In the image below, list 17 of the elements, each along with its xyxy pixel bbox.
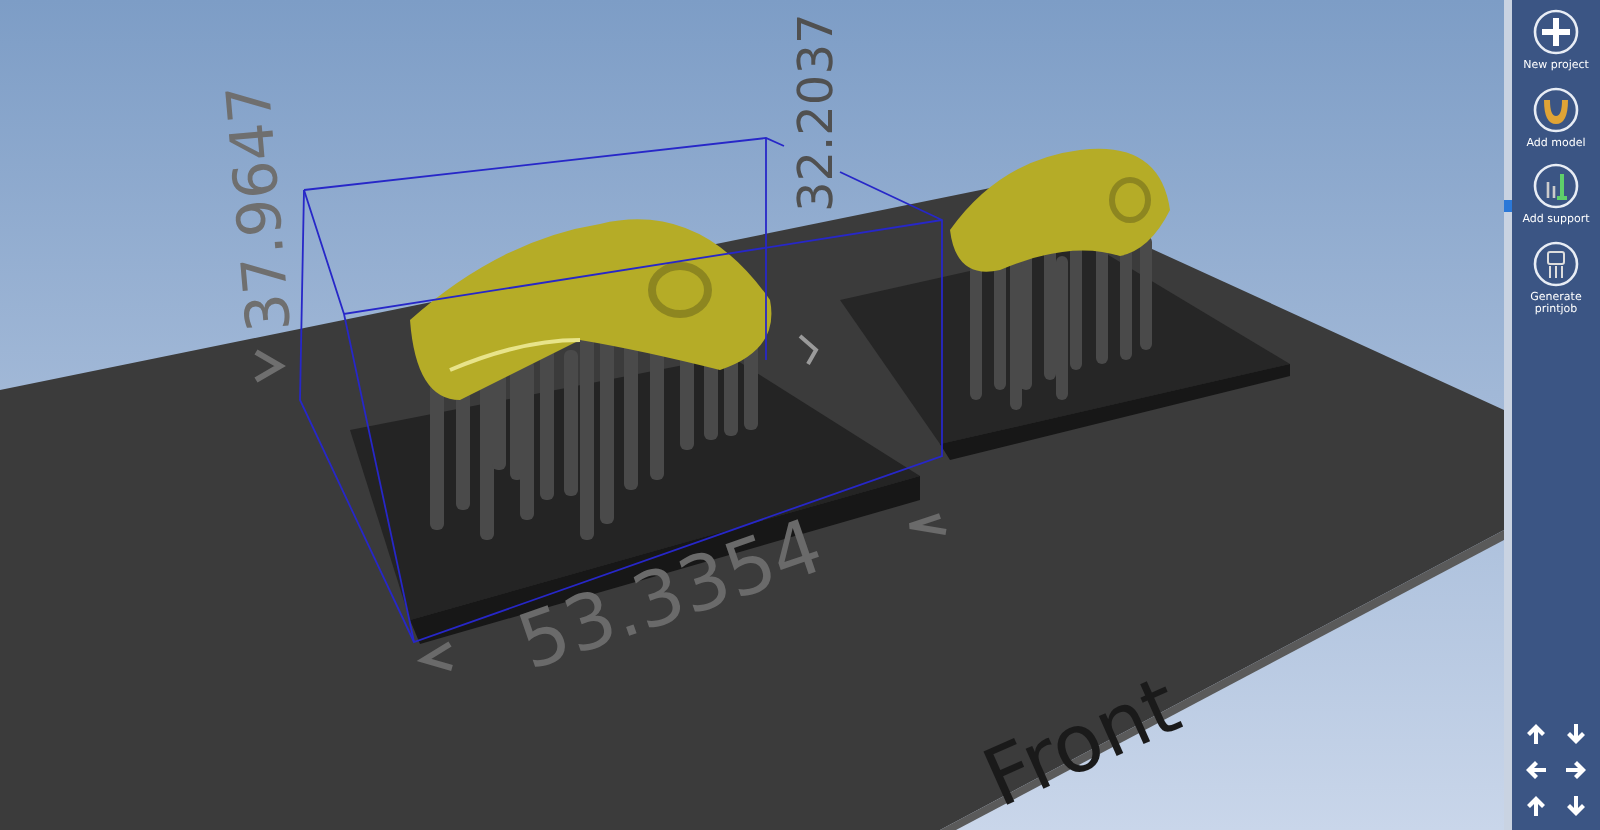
model-icon xyxy=(1532,85,1580,134)
arrow-up-icon[interactable] xyxy=(1524,794,1548,818)
chevron-icon xyxy=(798,334,819,365)
arrow-down-icon[interactable] xyxy=(1564,794,1588,818)
chevron-icon xyxy=(416,641,453,671)
print-icon xyxy=(1532,239,1580,288)
arrow-down-icon[interactable] xyxy=(1564,722,1588,746)
support-icon xyxy=(1532,162,1580,211)
arrow-left-icon[interactable] xyxy=(1524,758,1548,782)
dimension-label: 37.9647 xyxy=(214,81,306,335)
view-label: Front xyxy=(970,659,1193,827)
chevron-icon xyxy=(907,513,947,535)
dimension-label: 32.2037 xyxy=(788,13,844,212)
new-icon xyxy=(1532,8,1580,56)
arrow-right-icon[interactable] xyxy=(1564,758,1588,782)
arrow-up-icon[interactable] xyxy=(1524,722,1548,746)
chevron-icon xyxy=(254,349,286,383)
